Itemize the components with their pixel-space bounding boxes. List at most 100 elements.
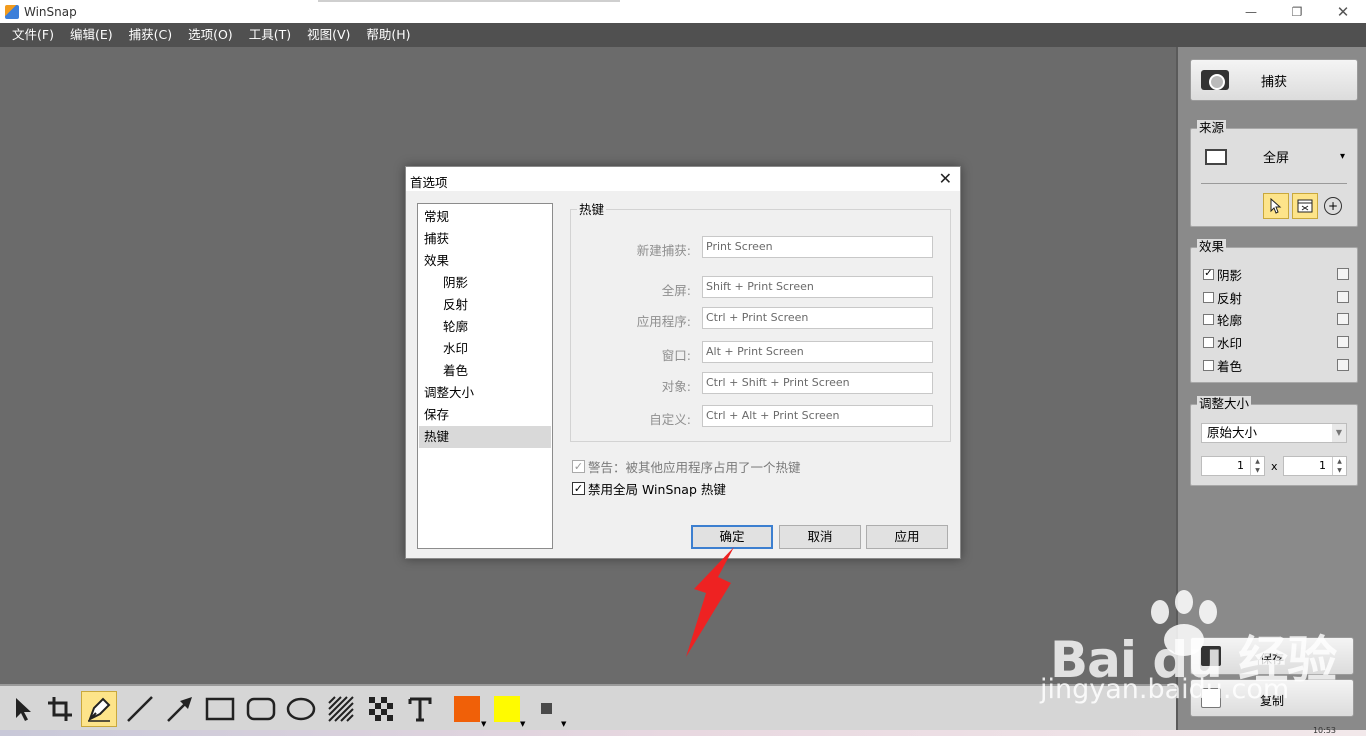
checkerboard-icon — [369, 697, 393, 721]
nav-item-effects[interactable]: 效果 — [419, 250, 551, 272]
nav-item-capture[interactable]: 捕获 — [419, 228, 551, 250]
effect-reflection[interactable]: 反射 — [1203, 287, 1349, 307]
effect-watermark-checkbox[interactable] — [1203, 336, 1214, 348]
dialog-close-button[interactable]: ✕ — [939, 169, 952, 188]
maximize-button[interactable]: ❐ — [1274, 0, 1320, 23]
crop-icon — [48, 697, 72, 721]
disable-hotkeys-checkbox[interactable]: ✓ — [572, 482, 585, 495]
effect-shadow[interactable]: ✓ 阴影 — [1203, 264, 1349, 284]
primary-color-swatch[interactable] — [454, 696, 480, 722]
nav-item-resize[interactable]: 调整大小 — [419, 382, 551, 404]
close-window-button[interactable]: ✕ — [1320, 0, 1366, 23]
menu-tools[interactable]: 工具(T) — [241, 23, 299, 47]
nav-item-reflection[interactable]: 反射 — [419, 294, 551, 316]
nav-item-save[interactable]: 保存 — [419, 404, 551, 426]
resize-group: 调整大小 原始大小 ▼ 1 ▲ ▼ x 1 ▲ ▼ — [1190, 396, 1358, 486]
rectangle-tool[interactable] — [202, 691, 238, 727]
effect-reflection-options-button[interactable] — [1337, 291, 1349, 303]
apply-button[interactable]: 应用 — [866, 525, 948, 549]
hotkey-new-capture-field[interactable]: Print Screen — [702, 236, 933, 258]
effect-outline-checkbox[interactable] — [1203, 313, 1214, 325]
source-group: 来源 全屏 ▾ + — [1190, 120, 1358, 227]
menu-view[interactable]: 视图(V) — [299, 23, 358, 47]
chevron-down-icon[interactable]: ▼ — [481, 720, 486, 728]
effect-tint-checkbox[interactable] — [1203, 359, 1214, 371]
text-tool[interactable] — [402, 691, 438, 727]
chevron-down-icon[interactable]: ▼ — [561, 720, 566, 728]
nav-item-general[interactable]: 常规 — [419, 206, 551, 228]
minimize-button[interactable]: — — [1228, 0, 1274, 23]
line-tool[interactable] — [122, 691, 158, 727]
effect-reflection-checkbox[interactable] — [1203, 291, 1214, 303]
pixelate-tool[interactable] — [363, 691, 399, 727]
nav-item-shadow[interactable]: 阴影 — [419, 272, 551, 294]
resize-group-label: 调整大小 — [1197, 396, 1252, 412]
effect-watermark-label: 水印 — [1217, 335, 1243, 351]
ellipse-tool[interactable] — [283, 691, 319, 727]
line-icon — [127, 696, 153, 722]
nav-item-watermark[interactable]: 水印 — [419, 338, 551, 360]
pointer-icon — [16, 698, 31, 721]
effect-watermark[interactable]: 水印 — [1203, 332, 1349, 352]
hotkey-window-field[interactable]: Alt + Print Screen — [702, 341, 933, 363]
crop-tool[interactable] — [42, 691, 78, 727]
menu-edit[interactable]: 编辑(E) — [62, 23, 121, 47]
hotkey-application-field[interactable]: Ctrl + Print Screen — [702, 307, 933, 329]
window-capture-toggle[interactable] — [1292, 193, 1318, 219]
hatch-tool[interactable] — [323, 691, 359, 727]
resize-mode-select[interactable]: 原始大小 ▼ — [1201, 423, 1347, 443]
effect-shadow-options-button[interactable] — [1337, 268, 1349, 280]
arrow-tool[interactable] — [162, 691, 198, 727]
menu-options[interactable]: 选项(O) — [180, 23, 241, 47]
resize-height-spinner[interactable]: 1 ▲ ▼ — [1283, 456, 1347, 476]
cursor-icon — [1270, 198, 1282, 214]
hatch-icon — [328, 696, 354, 722]
warning-label: 警告：被其他应用程序占用了一个热键 — [588, 460, 801, 475]
hotkey-conflict-warning: ✓ 警告：被其他应用程序占用了一个热键 — [572, 457, 801, 476]
pen-tool[interactable] — [81, 691, 117, 727]
menu-help[interactable]: 帮助(H) — [358, 23, 418, 47]
hotkey-fullscreen-field[interactable]: Shift + Print Screen — [702, 276, 933, 298]
hotkey-object-field[interactable]: Ctrl + Shift + Print Screen — [702, 372, 933, 394]
spinner-arrows-icon[interactable]: ▲ ▼ — [1250, 457, 1264, 475]
times-sign: x — [1271, 460, 1278, 473]
cancel-button[interactable]: 取消 — [779, 525, 861, 549]
source-select[interactable]: 全屏 ▾ — [1205, 147, 1345, 166]
chevron-down-icon[interactable]: ▼ — [520, 720, 525, 728]
pointer-tool[interactable] — [4, 691, 40, 727]
effect-tint[interactable]: 着色 — [1203, 355, 1349, 375]
preferences-dialog: 首选项 ✕ 常规 捕获 效果 阴影 反射 轮廓 水印 着色 调整大小 保存 热键… — [405, 166, 961, 559]
nav-item-outline[interactable]: 轮廓 — [419, 316, 551, 338]
secondary-color-swatch[interactable] — [494, 696, 520, 722]
effect-tint-options-button[interactable] — [1337, 359, 1349, 371]
effect-outline[interactable]: 轮廓 — [1203, 309, 1349, 329]
dialog-title: 首选项 — [410, 175, 448, 190]
nav-item-tint[interactable]: 着色 — [419, 360, 551, 382]
chevron-down-icon: ▾ — [1339, 151, 1345, 162]
menu-file[interactable]: 文件(F) — [4, 23, 62, 47]
cursor-capture-toggle[interactable] — [1263, 193, 1289, 219]
line-width-selector[interactable] — [541, 703, 552, 714]
disable-global-hotkeys-option[interactable]: ✓ 禁用全局 WinSnap 热键 — [572, 479, 726, 498]
capture-button[interactable]: 捕获 — [1190, 59, 1358, 101]
dialog-title-bar: 首选项 ✕ — [406, 167, 960, 191]
effect-watermark-options-button[interactable] — [1337, 336, 1349, 348]
rounded-rectangle-tool[interactable] — [243, 691, 279, 727]
resize-width-spinner[interactable]: 1 ▲ ▼ — [1201, 456, 1265, 476]
spinner-arrows-icon[interactable]: ▲ ▼ — [1332, 457, 1346, 475]
add-region-icon[interactable]: + — [1324, 197, 1342, 215]
effect-shadow-checkbox[interactable]: ✓ — [1203, 268, 1214, 280]
hotkey-custom-label: 自定义: — [649, 412, 691, 427]
effect-tint-label: 着色 — [1217, 358, 1243, 374]
ellipse-icon — [286, 697, 316, 721]
nav-item-hotkeys[interactable]: 热键 — [419, 426, 551, 448]
source-group-label: 来源 — [1197, 120, 1227, 136]
effect-outline-options-button[interactable] — [1337, 313, 1349, 325]
monitor-icon — [1205, 148, 1227, 165]
resize-height-value: 1 — [1319, 459, 1326, 472]
menu-capture[interactable]: 捕获(C) — [121, 23, 180, 47]
rounded-rectangle-icon — [246, 697, 276, 721]
winsnap-app-icon — [5, 4, 19, 19]
hotkey-custom-field[interactable]: Ctrl + Alt + Print Screen — [702, 405, 933, 427]
menu-bar: 文件(F) 编辑(E) 捕获(C) 选项(O) 工具(T) 视图(V) 帮助(H… — [0, 23, 1366, 47]
